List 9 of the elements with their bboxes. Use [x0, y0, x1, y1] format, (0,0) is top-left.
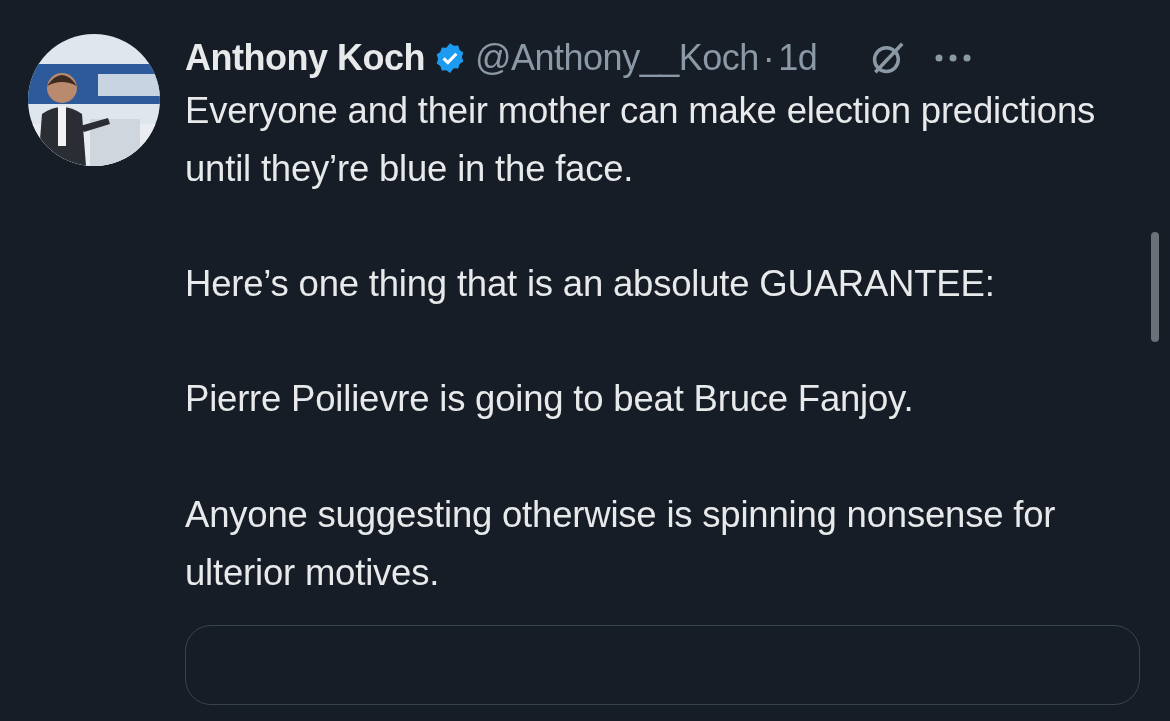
scrollbar[interactable]: [1151, 232, 1159, 342]
post-time[interactable]: 1d: [778, 37, 818, 79]
tweet-paragraph: Pierre Poilievre is going to beat Bruce Fanjoy.: [185, 377, 915, 422]
author-name[interactable]: Anthony Koch: [185, 37, 425, 79]
tweet-paragraph: Anyone suggesting otherwise is spinning nonsense for ulterior motives.: [185, 492, 1057, 595]
tweet-paragraph: Here’s one thing that is an absolute GUARANTEE:: [185, 262, 996, 307]
tweet-paragraph: Everyone and their mother can make election predictions until they’re blue in the face.: [185, 89, 1097, 191]
author-handle[interactable]: @Anthony__Koch: [475, 37, 759, 79]
separator-dot: ·: [762, 37, 775, 79]
